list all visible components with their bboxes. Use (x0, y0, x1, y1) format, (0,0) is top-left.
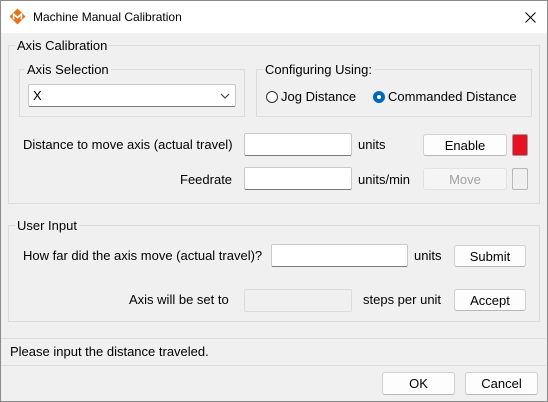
distance-units-label: units (358, 137, 386, 152)
steps-per-unit-output (244, 289, 352, 312)
submit-button[interactable]: Submit (454, 245, 526, 267)
axis-set-label: Axis will be set to (129, 292, 229, 307)
axis-select-dropdown[interactable]: X (28, 84, 236, 107)
cancel-button[interactable]: Cancel (465, 372, 538, 395)
actual-travel-input[interactable] (271, 244, 408, 267)
chevron-down-icon (220, 93, 230, 99)
move-button[interactable]: Move (423, 168, 507, 190)
radio-jog-distance-circle (266, 90, 278, 103)
user-input-label: User Input (15, 218, 79, 233)
status-message: Please input the distance traveled. (10, 344, 209, 359)
title-bar[interactable]: Machine Manual Calibration (1, 1, 547, 33)
radio-commanded-distance[interactable]: Commanded Distance (373, 89, 517, 104)
close-icon (524, 11, 536, 23)
calibration-dialog: Machine Manual Calibration Axis Calibrat… (0, 0, 548, 402)
app-logo-icon (9, 8, 26, 25)
close-button[interactable] (513, 1, 547, 33)
dialog-body: Axis Calibration Axis Selection X Config… (1, 33, 547, 401)
move-status-indicator (512, 168, 528, 190)
how-far-label: How far did the axis move (actual travel… (23, 248, 263, 263)
radio-jog-distance-label: Jog Distance (281, 89, 357, 104)
radio-jog-distance[interactable]: Jog Distance (266, 89, 356, 104)
feedrate-units-label: units/min (358, 172, 411, 187)
radio-commanded-distance-label: Commanded Distance (388, 89, 517, 104)
feedrate-label: Feedrate (180, 172, 233, 187)
axis-calibration-label: Axis Calibration (15, 38, 110, 53)
steps-per-unit-label: steps per unit (363, 292, 442, 307)
distance-label: Distance to move axis (actual travel) (23, 137, 233, 152)
axis-selection-label: Axis Selection (25, 62, 111, 77)
accept-button[interactable]: Accept (454, 289, 526, 311)
window-title: Machine Manual Calibration (33, 10, 182, 24)
axis-select-value: X (33, 88, 42, 103)
enable-status-indicator (512, 134, 528, 156)
ok-button[interactable]: OK (382, 372, 455, 395)
distance-input[interactable] (244, 133, 352, 156)
enable-button[interactable]: Enable (423, 134, 507, 156)
feedrate-input[interactable] (244, 167, 352, 190)
configuring-using-label: Configuring Using: (263, 62, 374, 77)
actual-travel-units-label: units (414, 248, 442, 263)
radio-commanded-distance-circle (373, 90, 385, 103)
status-bar: Please input the distance traveled. (1, 338, 547, 366)
